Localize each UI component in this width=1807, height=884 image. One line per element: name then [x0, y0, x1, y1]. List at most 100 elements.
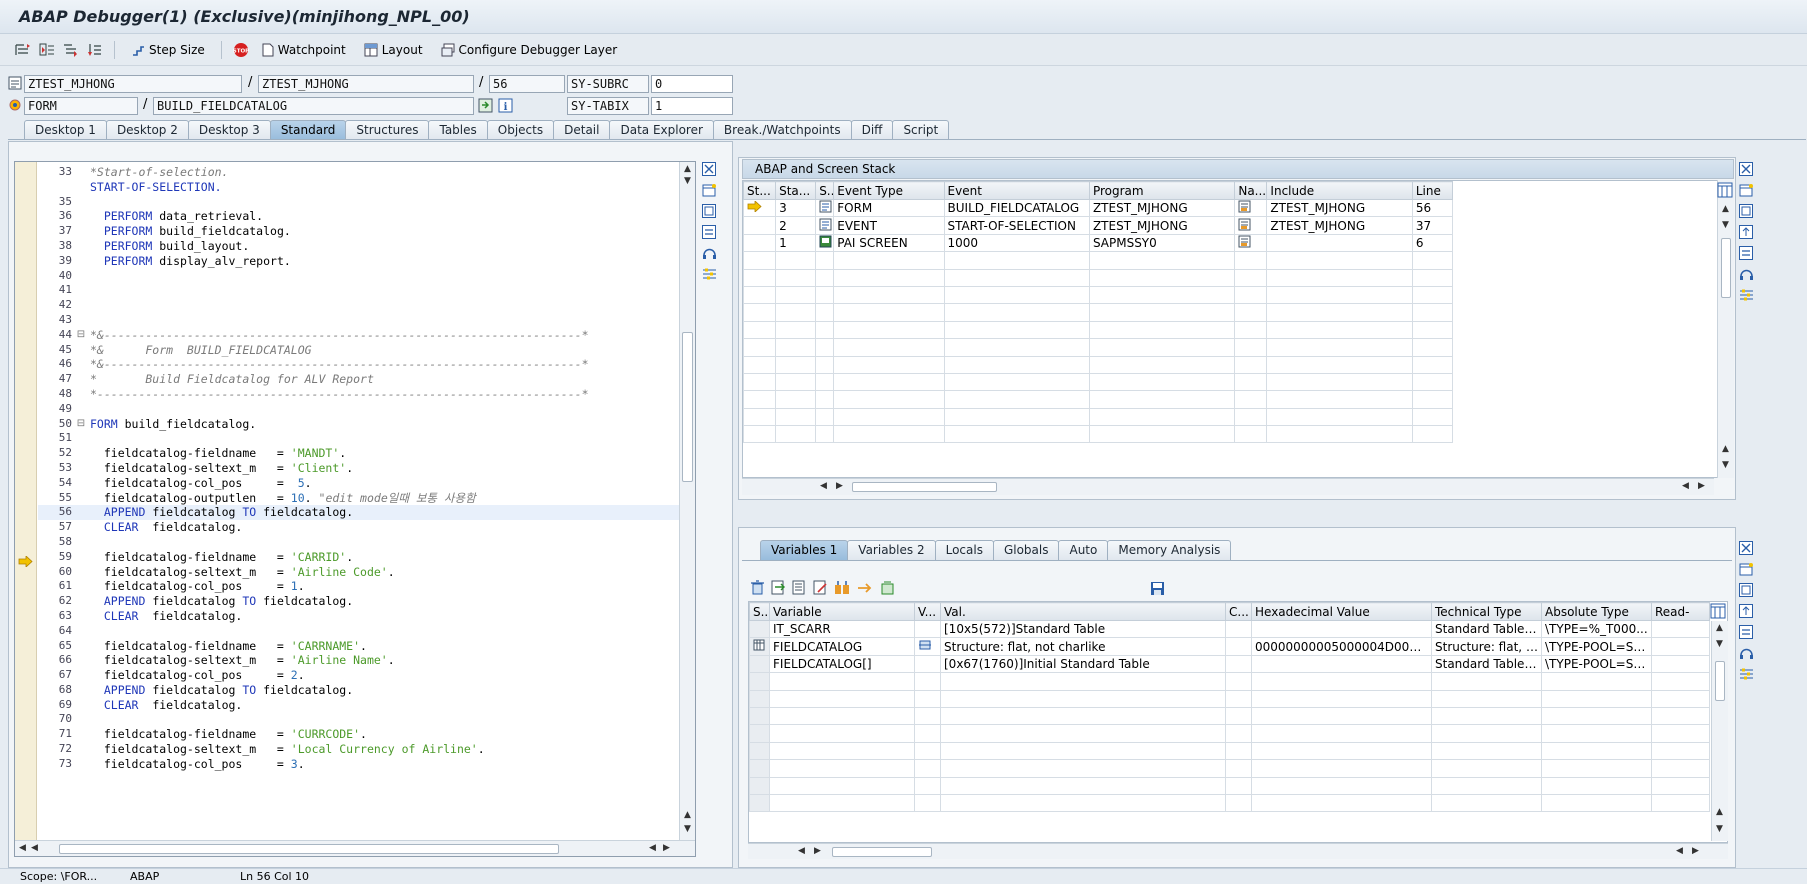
source-code-editor[interactable]: 33 *Start-of-selection. START-OF-SELECTION…: [14, 161, 696, 857]
variable-column-header[interactable]: Val.: [940, 602, 1226, 621]
event-type-field[interactable]: FORM: [24, 97, 138, 115]
main-program-field[interactable]: ZTEST_MJHONG: [24, 75, 242, 93]
watchpoint-button[interactable]: Watchpoint: [256, 39, 352, 61]
variable-cell[interactable]: [769, 689, 915, 708]
step-size-button[interactable]: Step Size: [125, 39, 211, 61]
variable-cell[interactable]: [940, 793, 1226, 813]
variable-cell[interactable]: [0x67(1760)]Initial Standard Table: [940, 654, 1226, 674]
sy-subrc-value[interactable]: 0: [651, 75, 733, 93]
refresh-icon[interactable]: [880, 580, 895, 598]
variable-cell[interactable]: [769, 776, 915, 795]
execute-icon[interactable]: [38, 41, 56, 59]
stack-column-header[interactable]: S...: [815, 181, 835, 200]
tab-script[interactable]: Script: [892, 120, 950, 140]
stack-cell[interactable]: [1234, 233, 1268, 253]
tab-data-explorer[interactable]: Data Explorer: [609, 120, 714, 140]
variable-cell[interactable]: [940, 672, 1226, 691]
variable-cell[interactable]: [10x5(572)]Standard Table: [940, 619, 1226, 639]
swap-icon[interactable]: [701, 224, 717, 240]
maximize-icon[interactable]: [701, 203, 717, 219]
sy-tabix-value[interactable]: 1: [651, 97, 733, 115]
stack-row[interactable]: [743, 425, 1454, 444]
configure-debugger-layer-button[interactable]: Configure Debugger Layer: [435, 39, 624, 61]
return-icon[interactable]: [62, 41, 80, 59]
column-layout-icon[interactable]: [1717, 182, 1733, 201]
editor-vertical-scrollbar[interactable]: ▲ ▼ ▲ ▼: [679, 162, 695, 840]
variable-column-header[interactable]: Hexadecimal Value: [1251, 602, 1432, 621]
stack-column-header[interactable]: Include: [1266, 181, 1413, 200]
variables-vertical-scrollbar[interactable]: ▲ ▼ ▲ ▼: [1711, 621, 1728, 841]
services-icon[interactable]: [1738, 645, 1754, 661]
variable-row[interactable]: [749, 706, 1710, 726]
variable-column-header[interactable]: Variable: [769, 602, 915, 621]
settings-icon[interactable]: [701, 266, 717, 282]
move-icon[interactable]: [1738, 224, 1754, 240]
variable-cell[interactable]: [940, 759, 1226, 778]
stop-icon[interactable]: STOP: [232, 41, 250, 59]
tab-structures[interactable]: Structures: [345, 120, 430, 140]
export-icon[interactable]: [857, 580, 874, 598]
tab-break-watchpoints[interactable]: Break./Watchpoints: [712, 120, 852, 140]
stack-vertical-scrollbar[interactable]: ▲ ▼ ▲ ▼: [1717, 180, 1734, 478]
variable-column-header[interactable]: Technical Type: [1431, 602, 1542, 621]
swap-icon[interactable]: [1738, 624, 1754, 640]
single-step-icon[interactable]: [14, 41, 32, 59]
variable-cell[interactable]: [940, 741, 1226, 761]
variable-cell[interactable]: FIELDCATALOG: [769, 637, 915, 656]
variable-cell[interactable]: [769, 724, 915, 743]
stack-row[interactable]: [743, 251, 1454, 270]
variable-cell[interactable]: [940, 776, 1226, 795]
variable-cell[interactable]: [769, 759, 915, 778]
variable-cell[interactable]: FIELDCATALOG[]: [769, 654, 915, 674]
variable-cell[interactable]: [940, 724, 1226, 743]
stack-row[interactable]: 2 EVENT START-OF-SELECTION ZTEST_MJHONG ZTES…: [743, 216, 1454, 235]
variable-column-header[interactable]: C...: [1225, 602, 1252, 621]
stack-column-header[interactable]: St...: [743, 181, 777, 200]
fold-icon[interactable]: ⊟: [72, 328, 90, 343]
tab-desktop-2[interactable]: Desktop 2: [105, 120, 189, 140]
tab-desktop-3[interactable]: Desktop 3: [187, 120, 271, 140]
variable-row[interactable]: [749, 672, 1710, 691]
services-icon[interactable]: [701, 245, 717, 261]
tab-tables[interactable]: Tables: [428, 120, 488, 140]
variable-row[interactable]: IT_SCARR [10x5(572)]Standard Table Standar…: [749, 619, 1710, 639]
stack-cell[interactable]: [1234, 198, 1268, 218]
stack-row[interactable]: [743, 285, 1454, 305]
move-icon[interactable]: [1738, 603, 1754, 619]
continue-icon[interactable]: [86, 41, 104, 59]
swap-icon[interactable]: [1738, 245, 1754, 261]
settings-icon[interactable]: [1738, 666, 1754, 682]
fold-icon[interactable]: ⊟: [72, 417, 90, 432]
variable-row[interactable]: [749, 793, 1710, 813]
stack-row[interactable]: [743, 390, 1454, 409]
variable-column-header[interactable]: V...: [914, 602, 941, 621]
tab-auto[interactable]: Auto: [1058, 540, 1109, 560]
tab-variables-1[interactable]: Variables 1: [760, 540, 849, 560]
stack-column-header[interactable]: Program: [1088, 181, 1236, 200]
tab-variables-2[interactable]: Variables 2: [847, 540, 936, 560]
stack-row[interactable]: [743, 372, 1454, 392]
settings-icon[interactable]: [1738, 287, 1754, 303]
layout-button[interactable]: Layout: [358, 39, 429, 61]
variable-row[interactable]: [749, 724, 1710, 743]
tab-desktop-1[interactable]: Desktop 1: [24, 120, 107, 140]
stack-column-header[interactable]: Event: [943, 181, 1090, 200]
stack-column-header[interactable]: Na...: [1234, 181, 1268, 200]
event-name-field[interactable]: BUILD_FIELDCATALOG: [153, 97, 474, 115]
variable-column-header[interactable]: S...: [749, 602, 770, 621]
variable-cell[interactable]: [769, 706, 915, 726]
close-icon[interactable]: [1738, 161, 1754, 177]
save-icon[interactable]: [1150, 581, 1165, 599]
stack-row[interactable]: [743, 268, 1454, 287]
new-tool-icon[interactable]: [1738, 561, 1754, 577]
variable-row[interactable]: [749, 759, 1710, 778]
variable-row[interactable]: [749, 689, 1710, 708]
variable-column-header[interactable]: Absolute Type: [1541, 602, 1652, 621]
services-icon[interactable]: [1738, 266, 1754, 282]
stack-row[interactable]: 1 PAI SCREEN 1000 SAPMSSY0 6: [743, 233, 1454, 253]
stack-row[interactable]: [743, 407, 1454, 427]
tab-detail[interactable]: Detail: [553, 120, 611, 140]
info-icon[interactable]: i: [498, 98, 513, 116]
variable-cell[interactable]: [940, 689, 1226, 708]
maximize-icon[interactable]: [1738, 582, 1754, 598]
